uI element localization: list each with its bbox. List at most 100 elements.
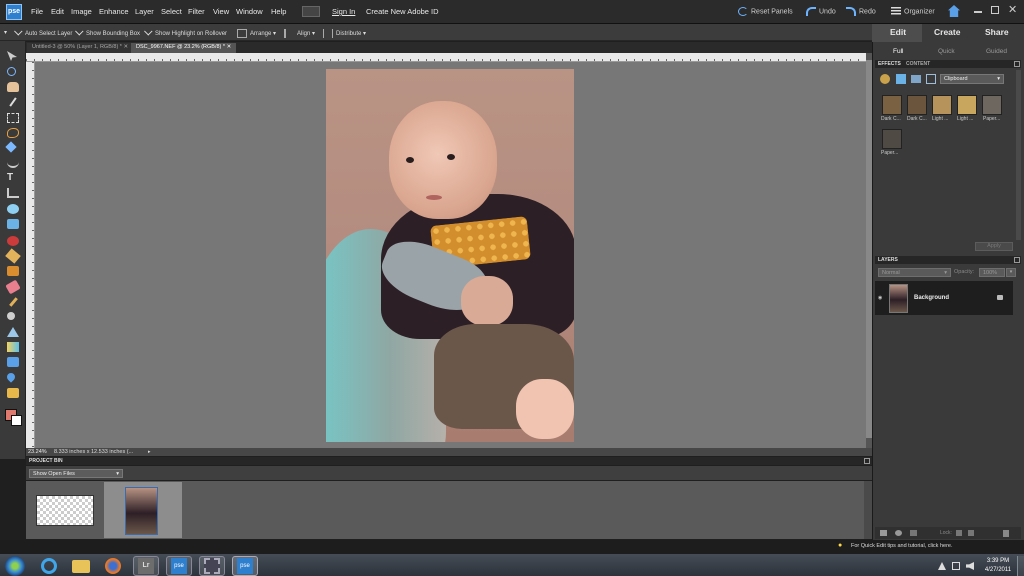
minimize-icon[interactable]	[974, 11, 982, 13]
rectangular-marquee-tool-icon[interactable]	[7, 113, 19, 123]
effect-thumb-1[interactable]	[882, 95, 902, 115]
crop-tool-icon[interactable]	[7, 188, 19, 198]
taskbar-lightroom[interactable]: Lr	[133, 556, 159, 576]
taskbar-pse-editor[interactable]: pse	[232, 556, 258, 576]
blend-mode-dropdown[interactable]: Normal ▾	[878, 268, 951, 277]
tab-content[interactable]: CONTENT	[906, 61, 930, 67]
effect-thumb-2[interactable]	[907, 95, 927, 115]
shape-tool-icon[interactable]	[7, 357, 19, 367]
effect-thumb-6[interactable]	[882, 129, 902, 149]
clone-stamp-tool-icon[interactable]	[7, 266, 19, 276]
reset-panels-button[interactable]: Reset Panels	[738, 7, 793, 16]
distribute-dropdown[interactable]: Distribute ▾	[323, 29, 366, 38]
effect-thumb-3[interactable]	[932, 95, 952, 115]
adjustment-layer-icon[interactable]	[895, 530, 902, 536]
layer-name[interactable]: Background	[914, 295, 949, 301]
lasso-tool-icon[interactable]	[7, 128, 19, 138]
tab-share[interactable]: Share	[985, 27, 1009, 37]
auto-select-layer-checkbox[interactable]: Auto Select Layer	[14, 27, 72, 37]
align-dropdown[interactable]: Align ▾	[284, 29, 315, 38]
menu-help[interactable]: Help	[271, 7, 286, 16]
visibility-eye-icon[interactable]: ◉	[878, 295, 882, 301]
taskbar-ie[interactable]	[36, 556, 62, 576]
arrange-dropdown[interactable]: Arrange ▾	[237, 29, 276, 38]
network-icon[interactable]	[952, 562, 960, 570]
trash-icon[interactable]	[1003, 530, 1009, 537]
menu-view[interactable]: View	[213, 7, 229, 16]
opacity-dropdown-arrow[interactable]: ▾	[1006, 268, 1016, 277]
document-photo[interactable]	[326, 69, 574, 442]
doc-tab-untitled-3[interactable]: Untitled-3 @ 50% (Layer 1, RGB/8) * ✕	[27, 43, 134, 53]
create-adobe-id-link[interactable]: Create New Adobe ID	[366, 7, 439, 16]
tab-quick[interactable]: Quick	[938, 48, 955, 55]
taskbar-explorer[interactable]	[68, 556, 94, 576]
tab-close-icon[interactable]: ✕	[227, 44, 232, 50]
taskbar-pse-organizer[interactable]: pse	[166, 556, 192, 576]
sponge-tool-icon[interactable]	[7, 388, 19, 398]
menu-file[interactable]: File	[31, 7, 43, 16]
show-bounding-box-checkbox[interactable]: Show Bounding Box	[75, 27, 140, 37]
theme-icon[interactable]	[926, 74, 936, 84]
menu-image[interactable]: Image	[71, 7, 92, 16]
menu-window[interactable]: Window	[236, 7, 263, 16]
tool-preset-icon[interactable]: ▾	[4, 29, 7, 36]
effects-category-dropdown[interactable]: Clipboard ▾	[940, 74, 1004, 84]
effect-thumb-4[interactable]	[957, 95, 977, 115]
cookie-cutter-tool-icon[interactable]	[7, 204, 19, 214]
apply-button[interactable]: Apply	[975, 242, 1013, 251]
type-tool-icon[interactable]: T	[7, 173, 19, 183]
tab-edit[interactable]: Edit	[890, 27, 906, 37]
gradient-tool-icon[interactable]	[7, 342, 19, 352]
opacity-field[interactable]: 100%	[979, 268, 1005, 277]
taskbar-film[interactable]	[199, 556, 225, 576]
menu-edit[interactable]: Edit	[51, 7, 64, 16]
effect-category-icon[interactable]	[880, 74, 890, 84]
project-bin-scrollbar[interactable]	[864, 481, 872, 539]
show-desktop-button[interactable]	[1017, 556, 1024, 576]
red-eye-removal-icon[interactable]	[7, 236, 19, 246]
thumbnail-dsc-9967[interactable]	[125, 487, 158, 535]
panel-menu-icon[interactable]	[864, 458, 870, 464]
tab-full[interactable]: Full	[893, 48, 903, 55]
show-open-files-dropdown[interactable]: Show Open Files ▾	[29, 469, 123, 478]
clock-date[interactable]: 4/27/2011	[982, 567, 1014, 573]
effect-type-icon[interactable]	[896, 74, 906, 84]
lock-transparent-icon[interactable]	[956, 530, 962, 536]
quick-edit-tip-link[interactable]: For Quick Edit tips and tutorial, click …	[851, 543, 952, 549]
zoom-readout[interactable]: 23.24%	[28, 449, 47, 455]
redo-button[interactable]: Redo	[846, 7, 876, 16]
zoom-tool-icon[interactable]	[7, 67, 16, 76]
show-highlight-checkbox[interactable]: Show Highlight on Rollover	[144, 27, 227, 37]
tab-close-icon[interactable]: ✕	[123, 44, 128, 50]
hand-tool-icon[interactable]	[7, 82, 19, 92]
close-icon[interactable]: ✕	[1008, 3, 1017, 16]
smart-brush-tool-icon[interactable]	[7, 312, 15, 320]
tab-effects[interactable]: EFFECTS	[878, 61, 901, 67]
lock-all-icon[interactable]	[968, 530, 974, 536]
effect-thumb-5[interactable]	[982, 95, 1002, 115]
doc-tab-dsc-9967[interactable]: DSC_9967.NEF @ 23.2% (RGB/8) * ✕	[131, 43, 237, 53]
menu-select[interactable]: Select	[161, 7, 182, 16]
new-layer-icon[interactable]	[880, 530, 887, 536]
panel-menu-icon[interactable]	[1014, 257, 1020, 263]
tab-guided[interactable]: Guided	[986, 48, 1007, 55]
frame-icon[interactable]	[911, 75, 921, 83]
background-color-swatch[interactable]	[11, 415, 22, 426]
clock-time[interactable]: 3:39 PM	[982, 558, 1014, 564]
status-menu-arrow-icon[interactable]: ▸	[148, 449, 156, 455]
organizer-button[interactable]: Organizer	[891, 7, 935, 16]
undo-button[interactable]: Undo	[806, 7, 836, 16]
menu-enhance[interactable]: Enhance	[99, 7, 129, 16]
menu-layer[interactable]: Layer	[135, 7, 154, 16]
taskbar-firefox[interactable]	[100, 556, 126, 576]
sign-in-link[interactable]: Sign In	[332, 7, 355, 16]
tab-create[interactable]: Create	[934, 27, 960, 37]
tab-layers[interactable]: LAYERS	[878, 257, 898, 263]
effects-scrollbar[interactable]	[1016, 70, 1021, 240]
straighten-tool-icon[interactable]	[7, 219, 19, 229]
screen-mode-icon[interactable]	[302, 6, 320, 17]
maximize-icon[interactable]	[991, 6, 999, 14]
windows-start-icon[interactable]	[5, 556, 25, 576]
panel-menu-icon[interactable]	[1014, 61, 1020, 67]
thumbnail-untitled-3[interactable]	[36, 495, 94, 526]
